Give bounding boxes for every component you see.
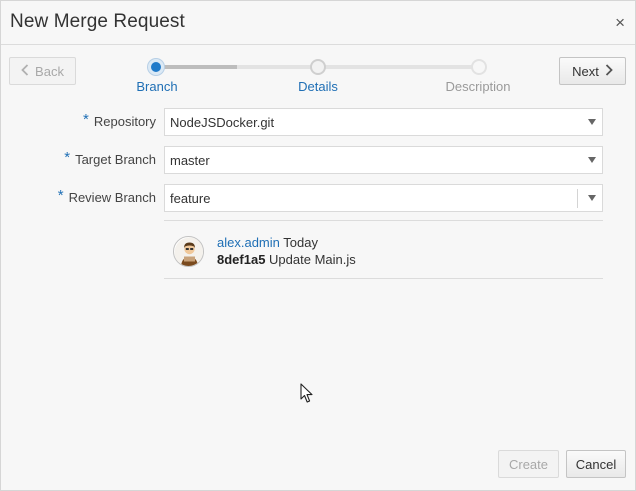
review-branch-label-text: Review Branch	[68, 190, 156, 205]
create-button-label: Create	[508, 456, 549, 472]
target-branch-label: * Target Branch	[64, 149, 156, 168]
chevron-left-icon	[21, 63, 29, 79]
back-button-label: Back	[35, 63, 64, 79]
train-label-description: Description	[445, 79, 511, 94]
repository-label: * Repository	[83, 111, 156, 130]
train-label-branch[interactable]: Branch	[129, 79, 185, 94]
close-icon[interactable]: ×	[615, 13, 625, 33]
train-stop-description[interactable]	[471, 59, 487, 75]
merge-request-dialog: New Merge Request × Back Next Branch Det…	[0, 0, 636, 491]
dropdown-separator	[577, 189, 578, 208]
required-mark: *	[83, 111, 89, 128]
commit-author-line: alex.admin Today	[217, 235, 318, 250]
review-branch-value: feature	[170, 190, 211, 206]
required-mark: *	[57, 187, 64, 204]
caret-down-icon	[588, 157, 596, 163]
next-button[interactable]: Next	[559, 57, 626, 85]
commit-date: Today	[283, 235, 318, 250]
train-progress-line	[157, 65, 237, 69]
chevron-right-icon	[605, 63, 613, 79]
repository-value: NodeJSDocker.git	[170, 114, 275, 130]
mouse-cursor-icon	[300, 383, 314, 409]
repository-label-text: Repository	[93, 114, 156, 129]
user-avatar-icon	[173, 236, 204, 267]
create-button[interactable]: Create	[498, 450, 559, 478]
train-label-details[interactable]: Details	[288, 79, 348, 94]
target-branch-select[interactable]: master	[164, 146, 603, 174]
cancel-button[interactable]: Cancel	[566, 450, 626, 478]
commit-message: Update Main.js	[269, 252, 356, 267]
back-button[interactable]: Back	[9, 57, 76, 85]
cancel-button-label: Cancel	[575, 456, 617, 472]
train-track-line	[237, 65, 479, 69]
dialog-titlebar: New Merge Request ×	[1, 1, 635, 45]
required-mark: *	[64, 149, 71, 166]
review-branch-select[interactable]: feature	[164, 184, 603, 212]
target-branch-label-text: Target Branch	[75, 152, 156, 167]
target-branch-value: master	[170, 152, 210, 168]
caret-down-icon[interactable]	[588, 195, 596, 201]
commit-panel: alex.admin Today 8def1a5 Update Main.js	[164, 220, 603, 279]
commit-author-link[interactable]: alex.admin	[217, 235, 280, 250]
dialog-title: New Merge Request	[10, 11, 185, 32]
train-stop-details[interactable]	[310, 59, 326, 75]
caret-down-icon	[588, 119, 596, 125]
commit-info-line: 8def1a5 Update Main.js	[217, 252, 356, 267]
repository-select[interactable]: NodeJSDocker.git	[164, 108, 603, 136]
review-branch-label: * Review Branch	[57, 187, 156, 206]
commit-sha: 8def1a5	[217, 252, 266, 267]
train-stop-branch[interactable]	[148, 59, 164, 75]
next-button-label: Next	[572, 63, 599, 79]
